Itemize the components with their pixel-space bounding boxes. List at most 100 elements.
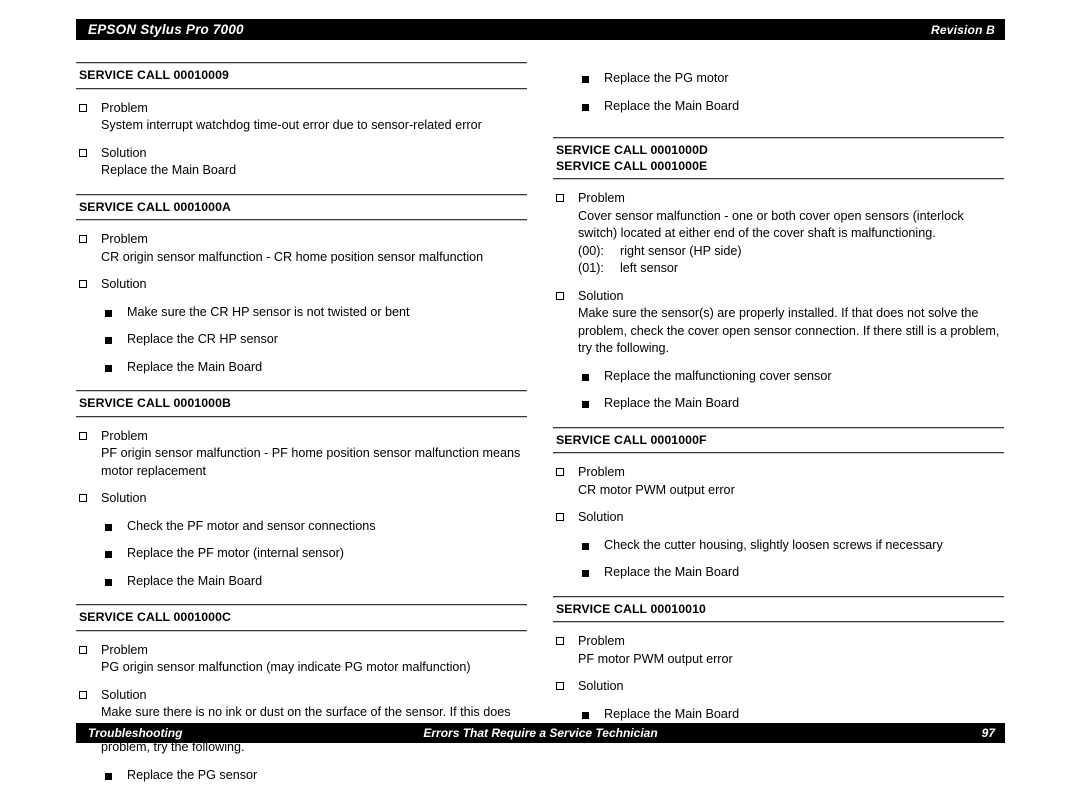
problem-item: Problem PF motor PWM output error [553, 633, 1004, 668]
solution-list: Check the PF motor and sensor connection… [76, 518, 527, 591]
list-item-label: Replace the Main Board [604, 98, 740, 113]
square-bullet-icon [582, 103, 589, 111]
problem-label: Problem [578, 465, 625, 479]
problem-code-value: right sensor (HP side) [620, 243, 742, 258]
service-call-heading: SERVICE CALL 00010010 [556, 601, 706, 616]
solution-list: Make sure the CR HP sensor is not twiste… [76, 304, 527, 377]
service-call-heading-block: SERVICE CALL 00010010 [553, 598, 1004, 622]
problem-label: Problem [101, 100, 148, 115]
service-call-section: SERVICE CALL 0001000B Problem PF origin se… [76, 390, 527, 590]
list-item-label: Replace the PG sensor [127, 767, 258, 782]
list-item: Replace the Main Board [553, 395, 1004, 413]
list-item-label: Replace the Main Board [604, 396, 740, 410]
square-bullet-icon [582, 542, 589, 550]
service-call-heading: SERVICE CALL 0001000E [556, 158, 708, 173]
solution-list: Replace the PG sensor [76, 767, 527, 785]
service-call-heading-block: SERVICE CALL 0001000B [76, 392, 527, 416]
problem-code-value: left sensor [620, 261, 679, 275]
section-divider [553, 621, 1004, 623]
footer-section-title: Errors That Require a Service Technician [423, 726, 658, 740]
list-item-label: Replace the malfunctioning cover sensor [604, 368, 832, 383]
list-item: Check the PF motor and sensor connection… [76, 518, 527, 536]
solution-item: Solution [76, 490, 527, 508]
service-call-heading-block: SERVICE CALL 0001000D SERVICE CALL 000100… [553, 139, 1004, 178]
solution-label: Solution [101, 145, 147, 160]
section-divider [76, 415, 527, 418]
problem-item: Problem CR origin sensor malfunction - CR… [76, 231, 527, 266]
open-square-bullet-icon [556, 682, 564, 690]
open-square-bullet-icon [79, 431, 87, 440]
square-bullet-icon [105, 551, 112, 558]
square-bullet-icon [105, 772, 112, 780]
section-divider [76, 629, 527, 632]
problem-item: Problem PG origin sensor malfunction (may… [76, 642, 527, 677]
list-item-label: Replace the Main Board [127, 359, 263, 374]
list-item: Replace the CR HP sensor [76, 331, 527, 349]
revision-label: Revision B [930, 22, 995, 37]
square-bullet-icon [105, 364, 112, 372]
square-bullet-icon [105, 309, 112, 317]
open-square-bullet-icon [556, 637, 564, 645]
solution-label: Solution [101, 687, 147, 702]
problem-code-row: (01): left sensor [578, 260, 1004, 278]
footer-chapter: Troubleshooting [88, 726, 183, 740]
solution-label: Solution [578, 510, 624, 524]
solution-label: Solution [578, 679, 624, 693]
solution-text: Replace the Main Board [101, 163, 237, 177]
problem-text: PF origin sensor malfunction - PF home p… [101, 446, 521, 478]
list-item-label: Replace the PG motor [604, 71, 729, 85]
problem-text: CR origin sensor malfunction - CR home p… [101, 249, 484, 264]
problem-label: Problem [578, 191, 625, 205]
service-call-heading: SERVICE CALL 0001000C [79, 610, 232, 624]
service-call-section: SERVICE CALL 0001000C Problem PG origin se… [76, 604, 527, 784]
square-bullet-icon [582, 711, 589, 719]
problem-item: Problem System interrupt watchdog time-ou… [76, 100, 527, 135]
list-item-label: Replace the PF motor (internal sensor) [127, 546, 344, 560]
list-item: Replace the PF motor (internal sensor) [76, 545, 527, 563]
open-square-bullet-icon [79, 690, 87, 699]
problem-item: Problem CR motor PWM output error [553, 464, 1004, 499]
square-bullet-icon [105, 337, 112, 344]
open-square-bullet-icon [79, 280, 87, 288]
problem-label: Problem [101, 642, 148, 657]
problem-code-key: (00): [578, 243, 604, 258]
solution-item: Solution Make sure there is no ink or dus… [76, 687, 527, 757]
open-square-bullet-icon [79, 494, 87, 502]
list-item-label: Replace the Main Board [604, 706, 740, 721]
list-item: Replace the Main Board [553, 564, 1004, 582]
list-item-label: Check the cutter housing, slightly loose… [604, 537, 943, 552]
solution-text: Make sure the sensor(s) are properly ins… [578, 306, 1000, 355]
service-call-section: SERVICE CALL 00010010 Problem PF motor PWM… [553, 595, 1004, 724]
page-header: EPSON Stylus Pro 7000 Revision B [76, 19, 1005, 40]
problem-label: Problem [101, 428, 148, 443]
solution-item: Solution [553, 678, 1004, 696]
service-call-heading: SERVICE CALL 0001000B [79, 396, 232, 410]
square-bullet-icon [582, 570, 589, 577]
service-call-heading: SERVICE CALL 0001000F [556, 432, 707, 447]
list-item-label: Replace the Main Board [604, 565, 740, 579]
service-call-heading-block: SERVICE CALL 0001000A [76, 196, 527, 220]
continued-solution-list: Replace the PG motor Replace the Main Boa… [553, 70, 1004, 115]
solution-item: Solution Replace the Main Board [76, 145, 527, 180]
service-call-heading-block: SERVICE CALL 0001000C [76, 606, 527, 630]
solution-label: Solution [101, 277, 147, 291]
problem-text: PG origin sensor malfunction (may indica… [101, 660, 471, 674]
solution-item: Solution [76, 276, 527, 294]
product-title: EPSON Stylus Pro 7000 [88, 22, 244, 37]
service-call-heading-block: SERVICE CALL 00010009 [76, 64, 527, 88]
list-item: Make sure the CR HP sensor is not twiste… [76, 304, 527, 322]
open-square-bullet-icon [79, 103, 87, 112]
service-call-section: SERVICE CALL 0001000A Problem CR origin se… [76, 193, 527, 377]
square-bullet-icon [582, 373, 589, 381]
list-item: Replace the Main Board [553, 98, 1004, 116]
open-square-bullet-icon [79, 645, 87, 654]
problem-item: Problem PF origin sensor malfunction - PF… [76, 428, 527, 481]
square-bullet-icon [105, 523, 112, 531]
solution-label: Solution [101, 491, 147, 505]
service-call-section: SERVICE CALL 0001000D SERVICE CALL 000100… [553, 137, 1004, 413]
list-item: Check the cutter housing, slightly loose… [553, 537, 1004, 555]
list-item: Replace the Main Board [553, 706, 1004, 724]
service-call-heading-block: SERVICE CALL 0001000F [553, 429, 1004, 453]
section-divider [76, 87, 527, 90]
open-square-bullet-icon [556, 513, 564, 521]
